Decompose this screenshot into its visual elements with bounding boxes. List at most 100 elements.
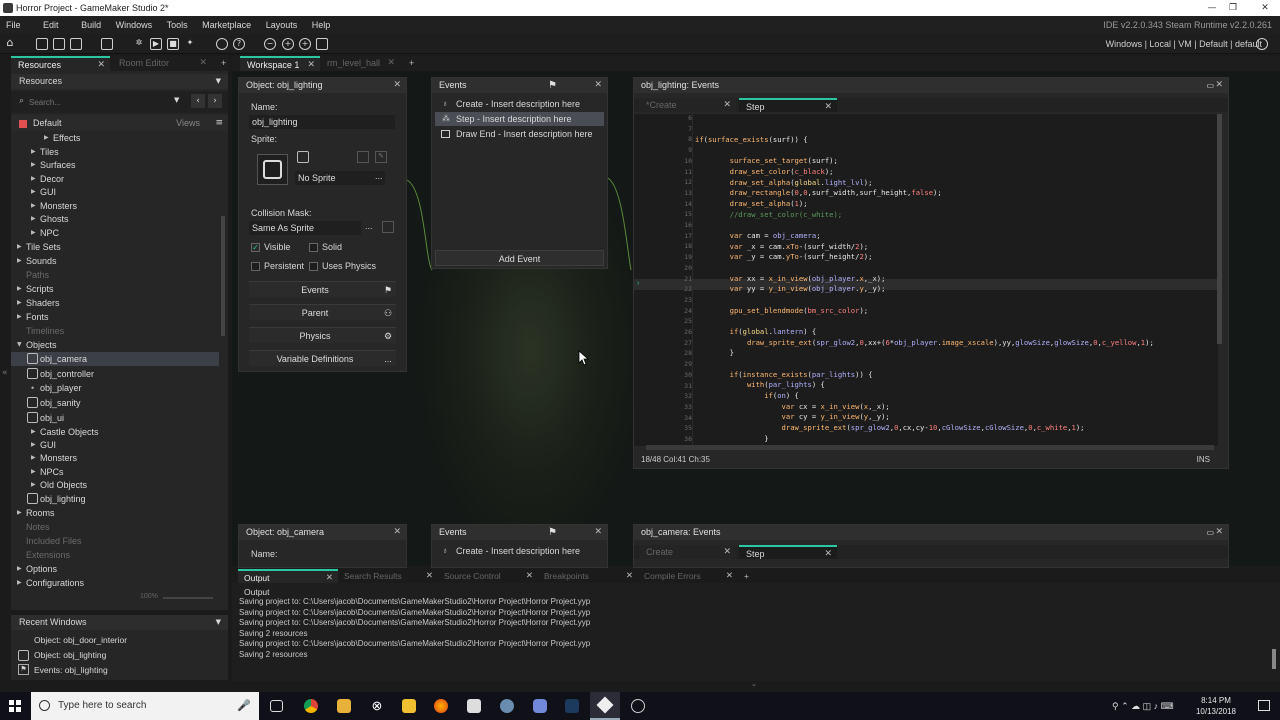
zoom-out-icon[interactable]: − (264, 38, 276, 50)
edit-mask-icon[interactable] (382, 221, 394, 233)
menu-file[interactable]: File (0, 16, 27, 34)
tree-extensions[interactable]: Extensions (11, 548, 219, 562)
tree-options[interactable]: ▶ Options (11, 562, 219, 576)
close-icon[interactable]: ✕ (726, 569, 733, 583)
zoom-slider[interactable] (163, 597, 213, 599)
sprite-selector[interactable]: No Sprite (295, 171, 385, 185)
tree-npc[interactable]: ▶ NPC (11, 226, 219, 240)
tree-objects[interactable]: ▼ Objects (11, 338, 219, 352)
tree-shaders[interactable]: ▶ Shaders (11, 296, 219, 310)
tree-monsters-objects[interactable]: ▶ Monsters (11, 451, 219, 465)
flag-icon[interactable]: ⚑ (380, 281, 396, 297)
forward-icon[interactable]: › (208, 94, 222, 108)
maximize-icon[interactable]: ▭ (1206, 525, 1214, 540)
expand-icon[interactable]: ▶ (31, 226, 36, 240)
mask-browse-button[interactable]: ... (365, 221, 373, 231)
expand-icon[interactable]: ▶ (31, 465, 36, 479)
persistent-checkbox[interactable] (251, 262, 260, 271)
calculator-icon[interactable] (467, 699, 481, 713)
output-scrollbar[interactable] (1272, 649, 1276, 669)
close-icon[interactable]: ✕ (393, 78, 401, 93)
add-event-button[interactable]: Add Event (435, 250, 604, 266)
tree-gui-objects[interactable]: ▶ GUI (11, 438, 219, 452)
uses-physics-checkbox[interactable] (309, 262, 318, 271)
xbox-icon[interactable]: ⊗ (370, 699, 384, 713)
close-icon[interactable]: ✕ (97, 58, 105, 73)
tab-breakpoints[interactable]: Breakpoints ✕ (538, 569, 638, 583)
create-exe-icon[interactable] (101, 38, 113, 50)
tree-effects[interactable]: ▶ Effects (11, 131, 219, 145)
event-create[interactable]: ♁ Create - Insert description here (435, 97, 604, 111)
sprite-preview[interactable] (257, 154, 288, 185)
search-input[interactable] (29, 95, 189, 109)
recent-item[interactable]: Object: obj_lighting (34, 650, 106, 660)
tree-obj-ui[interactable]: obj_ui (11, 411, 219, 425)
expand-icon[interactable]: ▶ (17, 310, 22, 324)
expand-icon[interactable]: ▶ (31, 212, 36, 226)
expand-icon[interactable]: ▶ (31, 199, 36, 213)
close-icon[interactable]: ✕ (824, 100, 832, 114)
close-icon[interactable]: ✕ (326, 571, 333, 585)
tab-step[interactable]: Step ✕ (739, 98, 837, 112)
app-icon[interactable] (500, 699, 514, 713)
tab-create[interactable]: *Create ✕ (639, 98, 736, 112)
tab-room-editor[interactable]: Room Editor ✕ (112, 56, 212, 71)
windows-start-icon[interactable] (9, 700, 21, 712)
recent-item[interactable]: Events: obj_lighting (34, 665, 108, 675)
event-draw-end[interactable]: Draw End - Insert description here (435, 127, 604, 141)
tab-rm-level-hall[interactable]: rm_level_hall ✕ (320, 56, 400, 71)
menu-tools[interactable]: Tools (161, 16, 194, 34)
edit-sprite-icon[interactable] (357, 151, 369, 163)
zoom-in-icon[interactable]: + (299, 38, 311, 50)
settings-icon[interactable] (216, 38, 228, 50)
collision-mask-selector[interactable]: Same As Sprite (249, 221, 361, 235)
tab-step[interactable]: Step ✕ (739, 545, 837, 559)
new-sprite-icon[interactable] (297, 151, 309, 163)
menu-build[interactable]: Build (67, 16, 107, 34)
tab-search-results[interactable]: Search Results ✕ (338, 569, 438, 583)
close-icon[interactable]: ✕ (426, 569, 433, 583)
tab-workspace-1[interactable]: Workspace 1 ✕ (240, 56, 320, 71)
expand-icon[interactable]: ▶ (17, 562, 22, 576)
tab-create[interactable]: Create ✕ (639, 545, 736, 559)
close-icon[interactable]: ✕ (594, 525, 602, 540)
menu-marketplace[interactable]: Marketplace (196, 16, 257, 34)
target-settings-icon[interactable] (1256, 38, 1268, 50)
target-selector[interactable]: Windows | Local | VM | Default | default (1106, 34, 1262, 54)
maximize-icon[interactable]: ▭ (1206, 78, 1214, 93)
event-create[interactable]: ♁ Create - Insert description here (435, 544, 604, 558)
tree-sounds[interactable]: ▶ Sounds (11, 254, 219, 268)
file-explorer-icon[interactable] (337, 699, 351, 713)
tree-configurations[interactable]: ▶ Configurations (11, 576, 219, 590)
tray-icons[interactable]: ⚲ ⌃ ☁ ◫ ♪ ⌨ (1112, 701, 1174, 712)
menu-windows[interactable]: Windows (110, 16, 159, 34)
expand-icon[interactable]: ▶ (31, 438, 36, 452)
chevron-down-icon[interactable]: ▼ (216, 615, 221, 630)
tree-obj-player[interactable]: • obj_player (11, 381, 219, 395)
expand-icon[interactable]: ▶ (31, 451, 36, 465)
expand-icon[interactable]: ▶ (17, 296, 22, 310)
tree-notes[interactable]: Notes (11, 520, 219, 534)
microphone-icon[interactable]: 🎤 (237, 692, 251, 720)
close-icon[interactable]: ✕ (307, 58, 315, 73)
zoom-reset-icon[interactable]: + (282, 38, 294, 50)
firefox-icon[interactable] (434, 699, 448, 713)
expand-icon[interactable]: ▶ (31, 158, 36, 172)
tree-scripts[interactable]: ▶ Scripts (11, 282, 219, 296)
tree-gui[interactable]: ▶ GUI (11, 185, 219, 199)
open-project-icon[interactable] (53, 38, 65, 50)
tree-obj-controller[interactable]: obj_controller (11, 367, 219, 381)
run-icon[interactable]: ▶ (150, 38, 162, 50)
close-icon[interactable]: ✕ (1215, 525, 1223, 540)
debug-icon[interactable]: ✲ (133, 38, 145, 50)
tab-resources[interactable]: Resources ✕ (11, 56, 110, 71)
clock[interactable]: 8:14 PM 10/13/2018 (1196, 695, 1236, 717)
back-icon[interactable]: ‹ (191, 94, 205, 108)
close-icon[interactable]: ✕ (594, 78, 602, 93)
close-icon[interactable]: ✕ (199, 56, 207, 71)
collapse-icon[interactable]: ▼ (17, 338, 22, 352)
tree-paths[interactable]: Paths (11, 268, 219, 282)
chevron-down-icon[interactable]: ⌄ (751, 680, 757, 688)
tab-compile-errors[interactable]: Compile Errors ✕ (638, 569, 738, 583)
expand-icon[interactable]: ▶ (31, 145, 36, 159)
